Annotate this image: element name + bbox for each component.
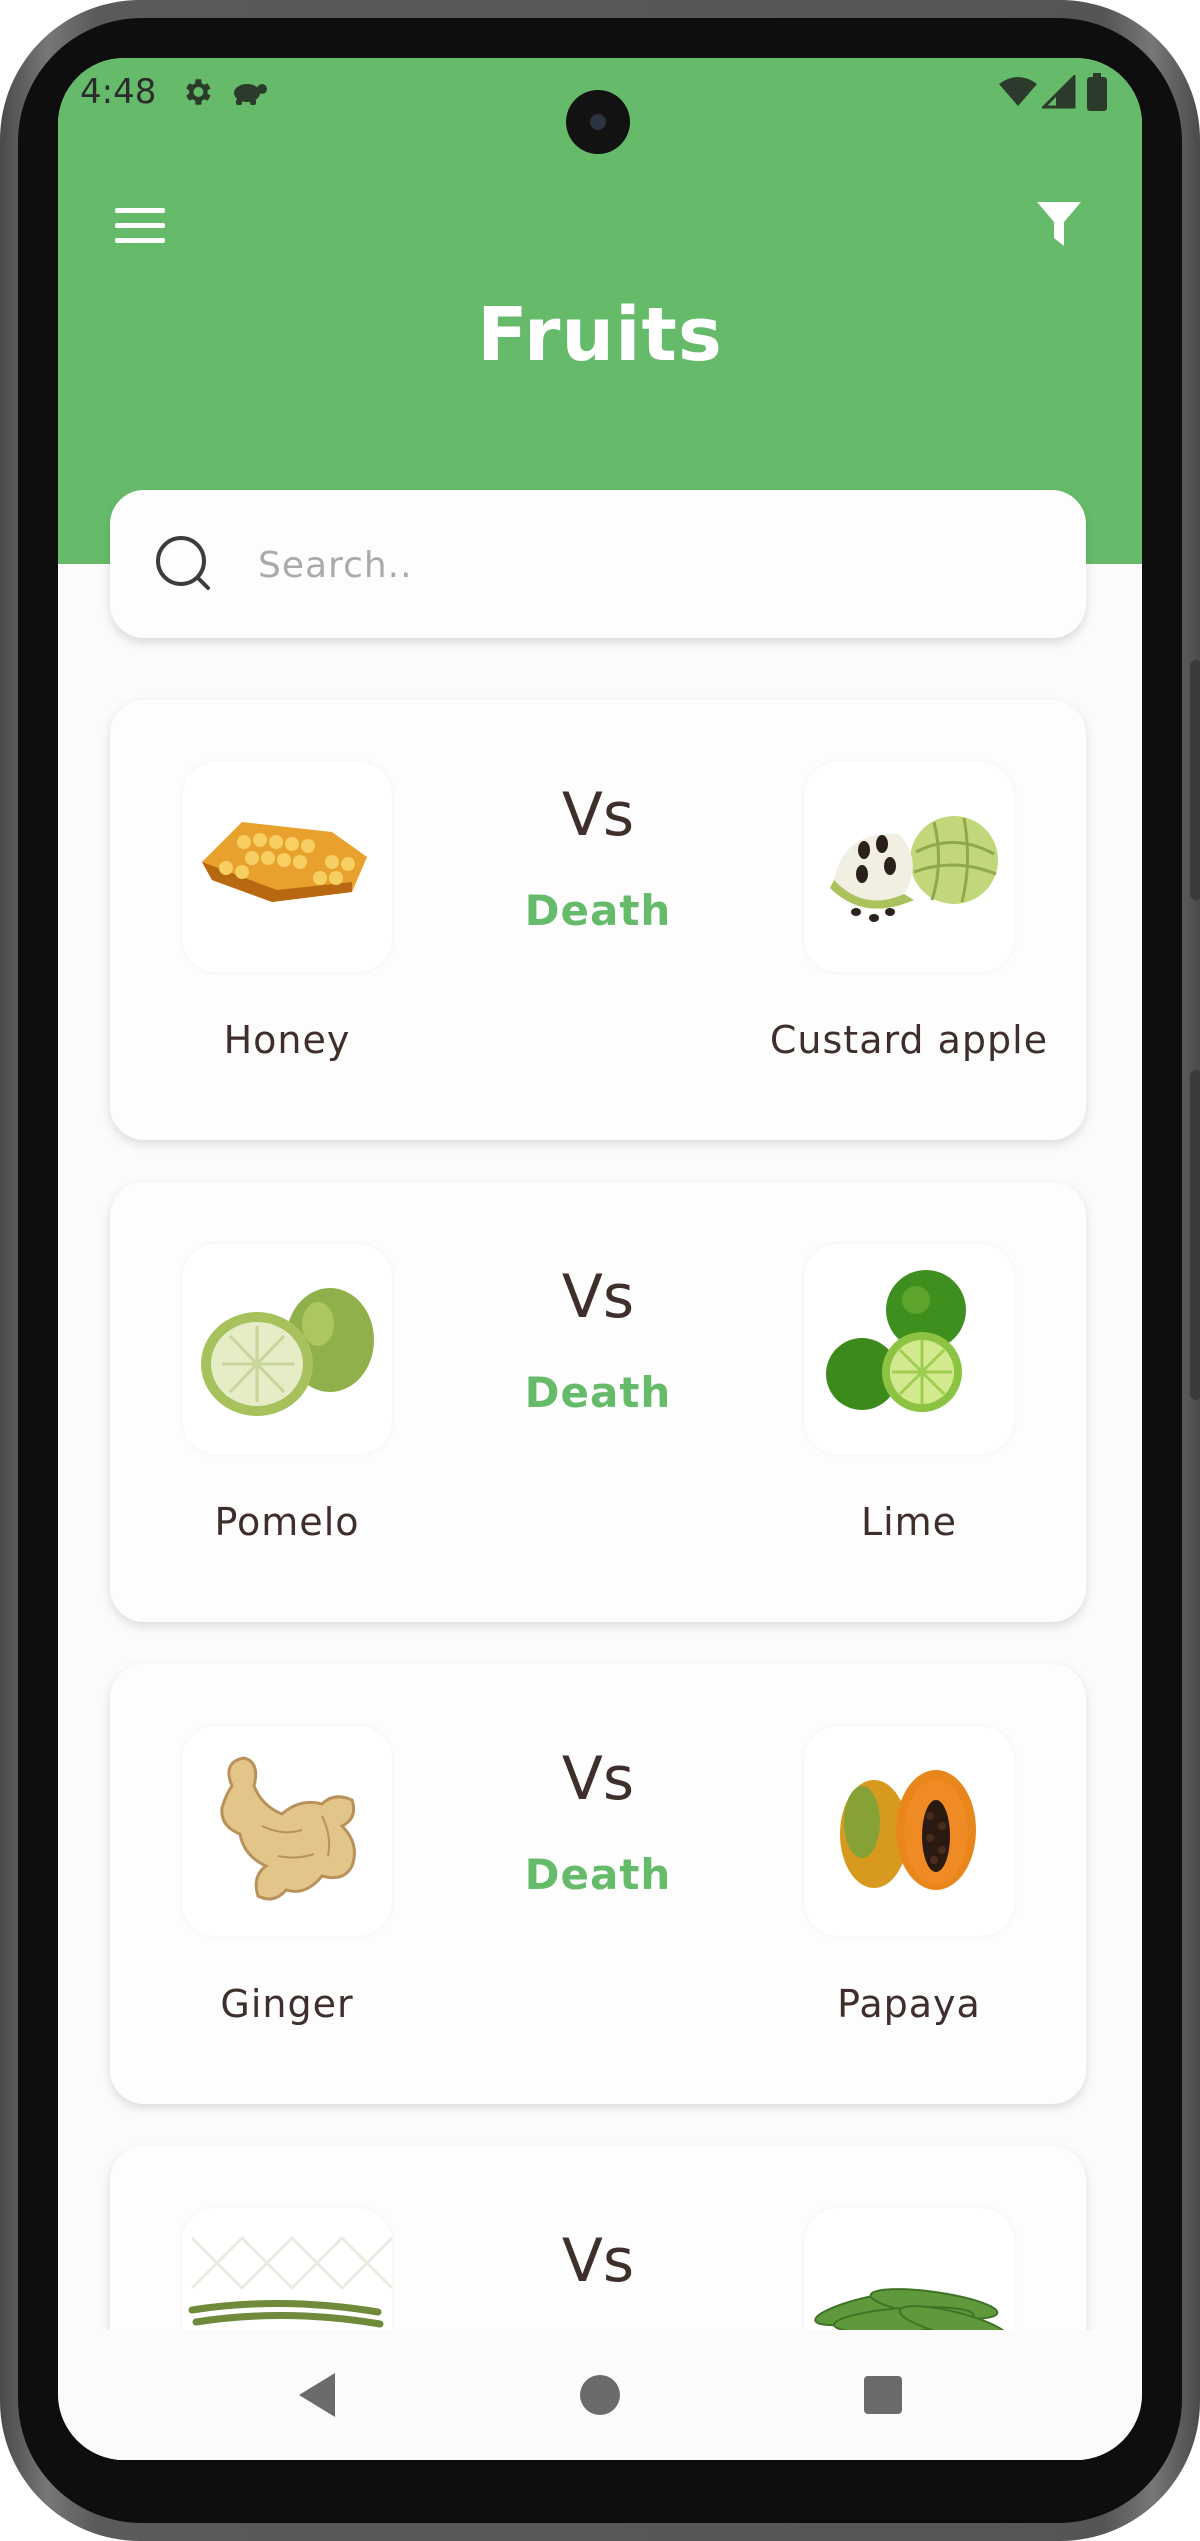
food-image-honey xyxy=(182,762,392,972)
filter-button[interactable] xyxy=(1028,194,1090,256)
food-name-left: Ginger xyxy=(220,1982,354,2026)
home-circle-icon xyxy=(580,2375,620,2415)
battery-icon xyxy=(1086,72,1108,112)
recents-square-icon xyxy=(864,2376,902,2414)
front-camera xyxy=(566,90,630,154)
vs-label: Vs xyxy=(561,780,635,850)
food-name-right: Custard apple xyxy=(769,1018,1049,1062)
menu-button[interactable] xyxy=(112,198,168,254)
food-image-ginger xyxy=(182,1726,392,1936)
food-image-custard-apple xyxy=(804,762,1014,972)
comparison-card[interactable]: Vs Death Honey Custard apple xyxy=(110,700,1086,1140)
comparison-card[interactable]: Vs Death Pomelo Lime xyxy=(110,1182,1086,1622)
search-input[interactable] xyxy=(256,530,1040,600)
food-image-pomelo xyxy=(182,1244,392,1454)
search-icon xyxy=(156,536,210,590)
food-name-left: Pomelo xyxy=(214,1500,360,1544)
filter-funnel-icon xyxy=(1037,202,1081,246)
hamburger-menu-icon xyxy=(115,208,165,243)
power-button xyxy=(1190,1070,1200,1400)
vs-label: Vs xyxy=(561,2226,635,2296)
food-name-right: Papaya xyxy=(837,1982,981,2026)
recents-button[interactable] xyxy=(848,2360,918,2430)
volume-button xyxy=(1190,660,1200,900)
phone-frame: 4:48 Fruits Search.. Vs Death Honey Cust… xyxy=(0,0,1200,2541)
back-triangle-icon xyxy=(299,2373,335,2417)
comparison-card[interactable]: Vs Death Ginger Papaya xyxy=(110,1664,1086,2104)
vs-label: Vs xyxy=(561,1744,635,1814)
result-label: Death xyxy=(524,1368,672,1417)
status-time: 4:48 xyxy=(80,72,157,112)
navigation-bar xyxy=(58,2330,1142,2460)
page-title: Fruits xyxy=(477,292,723,378)
wifi-icon xyxy=(998,72,1038,112)
vs-label: Vs xyxy=(561,1262,635,1332)
food-name-left: Honey xyxy=(223,1018,351,1062)
result-label: Death xyxy=(524,886,672,935)
turtle-icon xyxy=(228,72,268,112)
result-label: Death xyxy=(524,1850,672,1899)
search-bar[interactable] xyxy=(110,490,1086,638)
back-button[interactable] xyxy=(282,2360,352,2430)
cellular-signal-icon xyxy=(1042,72,1076,112)
food-name-right: Lime xyxy=(860,1500,958,1544)
food-image-lime xyxy=(804,1244,1014,1454)
food-image-papaya xyxy=(804,1726,1014,1936)
gear-icon xyxy=(180,72,214,112)
home-button[interactable] xyxy=(565,2360,635,2430)
app-screen: 4:48 Fruits Search.. Vs Death Honey Cust… xyxy=(58,58,1142,2460)
